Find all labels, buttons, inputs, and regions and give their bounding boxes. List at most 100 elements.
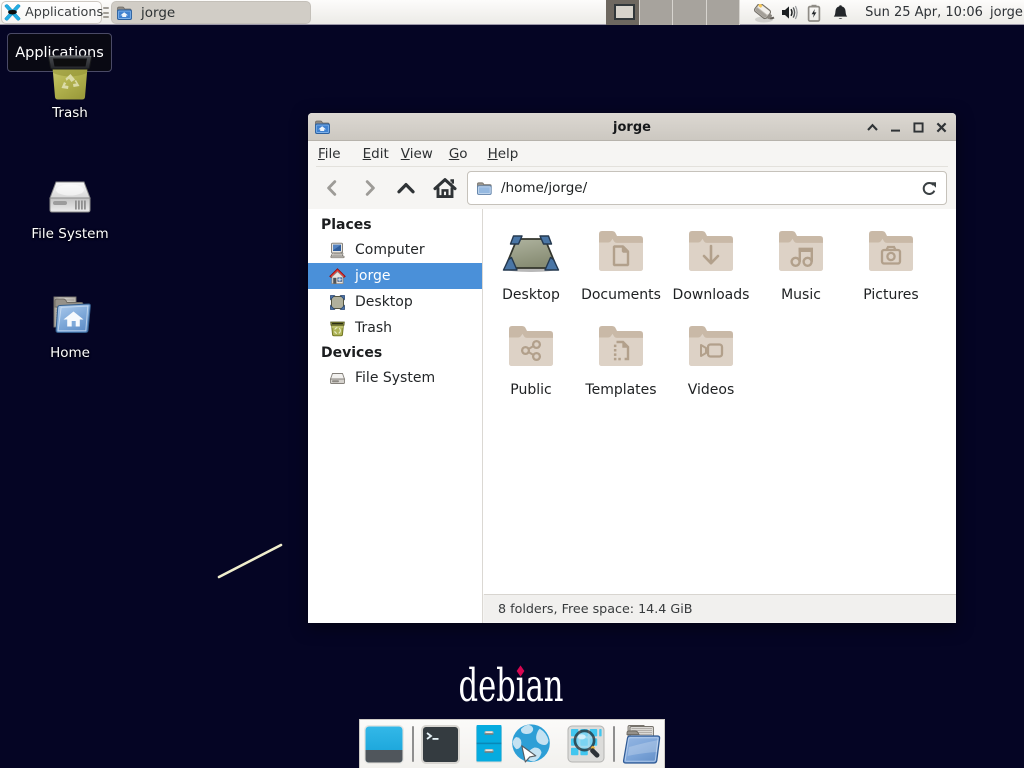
window-maximize-button[interactable] <box>911 120 926 135</box>
home-button[interactable] <box>431 174 459 202</box>
workspace-pager[interactable] <box>606 0 740 25</box>
workspace-1[interactable] <box>606 0 640 25</box>
workspace-2[interactable] <box>640 0 674 25</box>
file-cabinet-icon <box>474 723 504 765</box>
menu-edit[interactable]: Edit <box>363 143 389 165</box>
panel-separator-grip[interactable] <box>103 7 109 18</box>
drive-icon <box>329 370 346 387</box>
menu-file[interactable]: File <box>318 143 341 165</box>
xfce-logo-icon <box>4 4 21 21</box>
folder-item-label: Public <box>486 382 576 398</box>
desktop-icon-home[interactable]: Home <box>22 294 118 361</box>
desktop-icon-trash[interactable]: Trash <box>22 54 118 121</box>
location-path-text[interactable]: /home/jorge/ <box>501 180 587 196</box>
folder-item-label: Documents <box>576 287 666 303</box>
workspace-3[interactable] <box>673 0 707 25</box>
dock-desktop-settings[interactable] <box>363 723 405 765</box>
window-title: jorge <box>308 113 956 141</box>
sidebar-item-trash[interactable]: Trash <box>308 315 482 341</box>
folder-item-pictures[interactable]: Pictures <box>846 222 936 303</box>
sidebar-item-computer[interactable]: Computer <box>308 237 482 263</box>
dock-app-finder[interactable] <box>565 723 607 765</box>
back-button[interactable] <box>318 174 346 202</box>
window-minimize-button[interactable] <box>888 120 903 135</box>
taskbar-window-button[interactable]: jorge <box>111 1 311 24</box>
volume-tray-icon[interactable] <box>781 4 799 25</box>
folder-item-downloads[interactable]: Downloads <box>666 222 756 303</box>
desktop-trapezoid-icon <box>486 222 576 274</box>
application-finder-icon <box>567 725 605 763</box>
trash-full-icon <box>22 54 118 100</box>
folder-item-documents[interactable]: Documents <box>576 222 666 303</box>
desktop-icon-label: Trash <box>22 105 118 121</box>
debian-wordmark-text: deb <box>458 659 515 711</box>
notifications-tray-icon[interactable] <box>832 4 849 26</box>
battery-tray-icon[interactable] <box>807 4 821 26</box>
folder-videos-icon <box>666 317 756 369</box>
sidebar-item-label: jorge <box>355 268 390 284</box>
window-statusbar: 8 folders, Free space: 14.4 GiB <box>484 594 956 622</box>
sidebar-item-label: Trash <box>355 320 392 336</box>
window-toolbar: /home/jorge/ <box>308 167 956 209</box>
dock-file-manager[interactable] <box>619 723 661 765</box>
window-close-button[interactable] <box>934 120 949 135</box>
folder-item-label: Desktop <box>486 287 576 303</box>
sidebar-places-header: Places <box>321 217 482 233</box>
folder-item-templates[interactable]: Templates <box>576 317 666 398</box>
menu-help[interactable]: Help <box>488 143 519 165</box>
taskbar-folder-icon <box>116 5 133 21</box>
up-button[interactable] <box>392 174 420 202</box>
folder-item-music[interactable]: Music <box>756 222 846 303</box>
home-folder-icon <box>22 294 118 336</box>
folder-item-videos[interactable]: Videos <box>666 317 756 398</box>
debian-wordmark: debıan <box>468 659 554 711</box>
window-shade-button[interactable] <box>865 120 880 135</box>
folder-item-label: Downloads <box>666 287 756 303</box>
window-sidebar: Places Computer <box>308 209 483 623</box>
dock-separator <box>412 726 414 762</box>
dock-web-browser[interactable] <box>510 723 552 765</box>
sidebar-devices-header: Devices <box>321 345 482 361</box>
pathbar-folder-icon <box>476 181 493 196</box>
taskbar-window-label: jorge <box>141 5 175 21</box>
bottom-dock <box>359 719 665 768</box>
folder-public-icon <box>486 317 576 369</box>
location-bar[interactable]: /home/jorge/ <box>467 171 947 205</box>
network-tray-icon[interactable] <box>753 4 778 27</box>
folder-item-label: Pictures <box>846 287 936 303</box>
top-panel: Applications jorge <box>0 0 1024 25</box>
folder-pictures-icon <box>846 222 936 274</box>
folder-view[interactable]: Desktop Documents Downloads <box>484 209 956 594</box>
sidebar-item-jorge[interactable]: jorge <box>308 263 482 289</box>
panel-clock[interactable]: Sun 25 Apr, 10:06 <box>862 0 986 25</box>
desktop-icon-file-system[interactable]: File System <box>22 178 118 242</box>
sidebar-item-desktop[interactable]: Desktop <box>308 289 482 315</box>
folder-music-icon <box>756 222 846 274</box>
folder-item-desktop[interactable]: Desktop <box>486 222 576 303</box>
panel-user-menu[interactable]: jorge <box>990 0 1024 25</box>
window-titlebar[interactable]: jorge <box>308 113 956 141</box>
forward-button[interactable] <box>356 174 384 202</box>
applications-menu-button[interactable]: Applications <box>1 1 102 24</box>
folder-templates-icon <box>576 317 666 369</box>
reload-button[interactable] <box>921 181 937 197</box>
web-browser-icon <box>510 721 552 767</box>
workspace-4[interactable] <box>707 0 741 25</box>
menu-go[interactable]: Go <box>449 143 468 165</box>
file-manager-window: jorge File Edit View Go Help <box>308 113 956 623</box>
sidebar-item-file-system[interactable]: File System <box>308 365 482 391</box>
user-home-icon <box>329 268 346 285</box>
terminal-icon <box>420 724 461 765</box>
window-menubar: File Edit View Go Help <box>308 142 956 166</box>
menu-view[interactable]: View <box>401 143 433 165</box>
folder-item-label: Videos <box>666 382 756 398</box>
file-manager-icon <box>619 723 661 765</box>
harddrive-icon <box>22 178 118 218</box>
dock-terminal[interactable] <box>419 723 461 765</box>
folder-item-public[interactable]: Public <box>486 317 576 398</box>
desktop-icon-label: Home <box>22 345 118 361</box>
trash-icon <box>329 320 346 337</box>
desktop-icon-label: File System <box>22 226 118 242</box>
desktop-scratch-line <box>215 540 287 586</box>
dock-file-cabinet[interactable] <box>468 723 510 765</box>
